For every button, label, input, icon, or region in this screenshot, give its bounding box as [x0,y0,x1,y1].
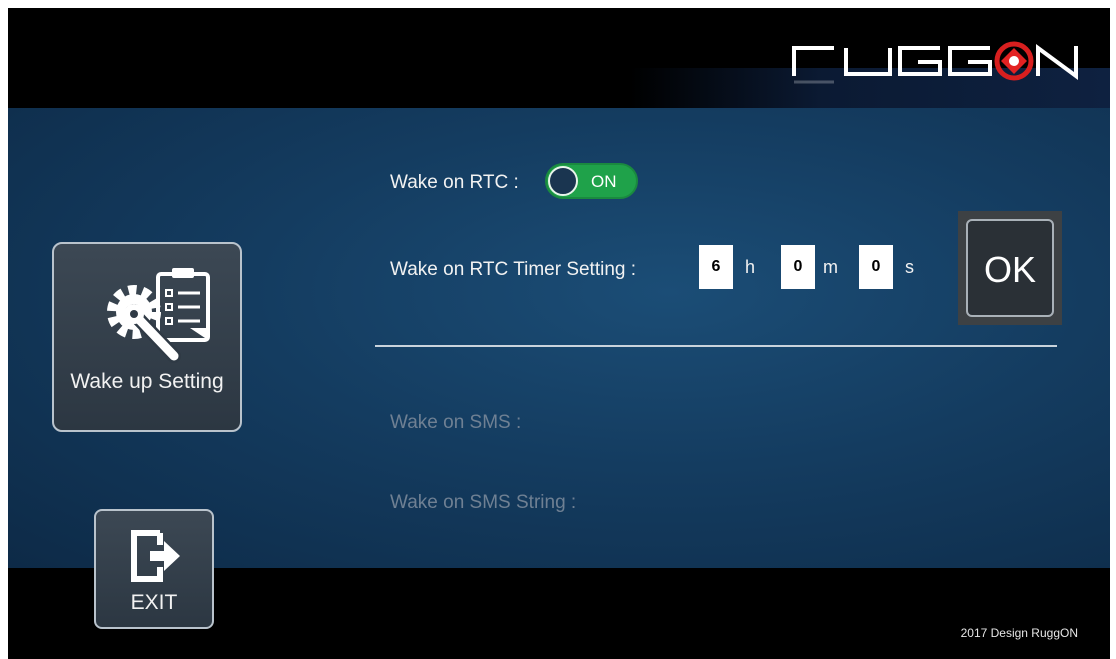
app-window: Wake up Setting Wake on RTC : ON Wake on… [8,8,1110,659]
seconds-unit: s [905,257,914,277]
minutes-input[interactable] [781,245,815,289]
header-bar [8,8,1110,108]
exit-icon [131,530,180,582]
wake-on-sms-string-label: Wake on SMS String : [390,492,577,513]
hours-input[interactable] [699,245,733,289]
hours-unit: h [745,257,756,277]
exit-button[interactable]: EXIT [94,509,214,629]
wake-up-setting-label: Wake up Setting [70,370,224,393]
ok-button-face: OK [966,219,1054,317]
copyright-text: 2017 Design RuggON [960,626,1078,640]
minutes-unit: m [823,257,838,277]
toggle-knob [548,166,578,196]
ok-label: OK [983,249,1036,290]
toggle-state-text: ON [591,172,617,191]
rtc-timer-label: Wake on RTC Timer Setting : [390,259,637,280]
seconds-input[interactable] [859,245,893,289]
ruggon-logo [792,41,1078,84]
wake-up-setting-button[interactable]: Wake up Setting [52,242,242,432]
settings-checklist-icon [107,268,210,363]
wake-on-sms-label: Wake on SMS : [390,412,522,433]
ok-button[interactable]: OK [958,211,1062,325]
wake-on-rtc-label: Wake on RTC : [390,172,519,193]
wake-on-rtc-toggle[interactable]: ON [545,163,638,199]
section-divider [375,345,1057,347]
exit-label: EXIT [130,591,178,614]
